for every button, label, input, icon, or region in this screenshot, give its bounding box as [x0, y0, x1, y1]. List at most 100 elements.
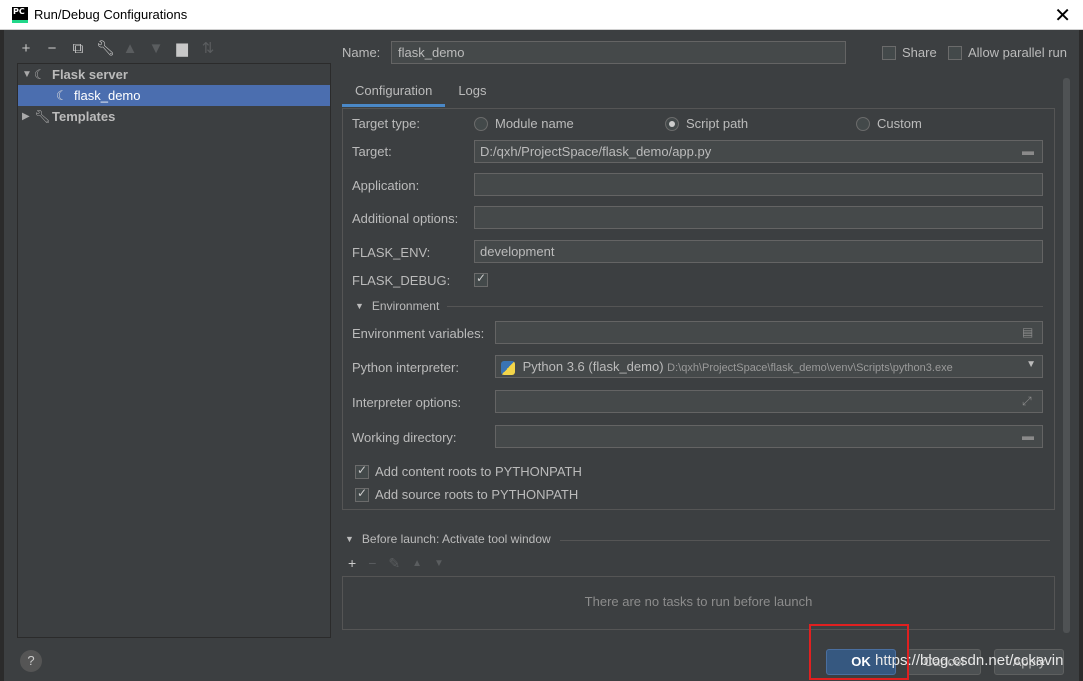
- allow-parallel-checkbox[interactable]: Allow parallel run: [948, 45, 1067, 60]
- help-button[interactable]: ?: [20, 650, 42, 672]
- wrench-icon: 🔧︎: [34, 108, 51, 124]
- tab-bar: Configuration Logs: [342, 79, 500, 107]
- interpreter-dropdown[interactable]: Python 3.6 (flask_demo) D:\qxh\ProjectSp…: [495, 355, 1043, 378]
- additional-options-label: Additional options:: [352, 211, 459, 226]
- content-roots-label: Add content roots to PYTHONPATH: [375, 464, 582, 479]
- expand-right-icon[interactable]: ▶: [22, 111, 34, 122]
- environment-section-header[interactable]: ▼ Environment: [355, 299, 439, 313]
- interpreter-name: Python 3.6 (flask_demo): [522, 359, 664, 374]
- tab-configuration[interactable]: Configuration: [342, 79, 446, 107]
- before-launch-label: Before launch: Activate tool window: [361, 532, 551, 546]
- add-icon[interactable]: +: [18, 40, 34, 58]
- radio-script-path[interactable]: Script path: [665, 116, 748, 131]
- sort-icon[interactable]: ⇅: [200, 40, 216, 58]
- window-frame-right: [1079, 30, 1083, 681]
- source-roots-check[interactable]: [355, 486, 369, 502]
- name-input[interactable]: flask_demo: [391, 41, 846, 64]
- collapse-icon[interactable]: ▼: [355, 301, 364, 311]
- vertical-scrollbar[interactable]: [1063, 78, 1070, 633]
- copy-icon[interactable]: ⧉: [70, 40, 86, 58]
- tree-item-label: flask_demo: [74, 88, 141, 103]
- move-down-icon[interactable]: ▼: [148, 40, 164, 58]
- edit-icon[interactable]: ✎: [388, 555, 400, 573]
- environment-label: Environment: [371, 299, 440, 313]
- chevron-down-icon[interactable]: ▼: [1026, 359, 1036, 370]
- move-down-icon[interactable]: ▼: [434, 555, 444, 573]
- parallel-check[interactable]: [948, 45, 962, 60]
- env-vars-label: Environment variables:: [352, 326, 485, 341]
- wrench-icon[interactable]: 🔧︎: [96, 40, 115, 58]
- new-folder-icon[interactable]: ▆: [174, 40, 190, 58]
- tree-group-label: Flask server: [52, 67, 128, 82]
- additional-options-field[interactable]: [474, 206, 1043, 229]
- radio-button[interactable]: [856, 116, 870, 131]
- share-label: Share: [902, 45, 937, 60]
- interpreter-path: D:\qxh\ProjectSpace\flask_demo\venv\Scri…: [667, 362, 953, 374]
- remove-icon[interactable]: −: [44, 40, 60, 58]
- application-label: Application:: [352, 178, 420, 193]
- remove-icon[interactable]: −: [368, 555, 376, 573]
- config-tree: ▼ ☾ Flask server ☾ flask_demo ▶ 🔧︎ Templ…: [17, 63, 331, 638]
- window-frame-left: [0, 30, 4, 681]
- flask-icon: ☾: [34, 66, 46, 82]
- close-icon[interactable]: ✕: [1054, 3, 1071, 28]
- target-label: Target:: [352, 144, 392, 159]
- move-up-icon[interactable]: ▲: [122, 40, 138, 58]
- collapse-icon[interactable]: ▼: [345, 534, 354, 544]
- target-field[interactable]: D:/qxh/ProjectSpace/flask_demo/app.py ▬: [474, 140, 1043, 163]
- source-roots-label: Add source roots to PYTHONPATH: [375, 487, 579, 502]
- content-roots-check[interactable]: [355, 463, 369, 479]
- radio-button[interactable]: [665, 116, 679, 131]
- config-toolbar: + − ⧉ 🔧︎ ▲ ▼ ▆ ⇅: [18, 38, 216, 60]
- content-roots-checkbox[interactable]: Add content roots to PYTHONPATH: [355, 463, 582, 479]
- tree-group-flask-server[interactable]: ▼ ☾ Flask server: [18, 64, 330, 85]
- radio-label: Custom: [877, 116, 922, 131]
- radio-label: Script path: [686, 116, 749, 131]
- tree-group-templates[interactable]: ▶ 🔧︎ Templates: [18, 106, 330, 127]
- flask-debug-checkbox[interactable]: [474, 271, 488, 287]
- share-check[interactable]: [882, 45, 896, 60]
- interp-options-label: Interpreter options:: [352, 395, 462, 410]
- tree-item-flask-demo[interactable]: ☾ flask_demo: [18, 85, 330, 106]
- env-vars-field[interactable]: ▤: [495, 321, 1043, 344]
- flask-icon: ☾: [56, 87, 68, 103]
- folder-icon[interactable]: ▬: [1022, 144, 1038, 158]
- move-up-icon[interactable]: ▲: [412, 555, 422, 573]
- application-field[interactable]: [474, 173, 1043, 196]
- section-divider: [560, 540, 1050, 541]
- configuration-panel: Target type: Module name Script path Cus…: [342, 108, 1055, 510]
- folder-icon[interactable]: ▬: [1022, 429, 1038, 443]
- share-checkbox[interactable]: Share: [882, 45, 937, 60]
- interp-options-field[interactable]: ⤢: [495, 390, 1043, 413]
- target-value: D:/qxh/ProjectSpace/flask_demo/app.py: [480, 144, 712, 159]
- add-icon[interactable]: +: [348, 555, 356, 573]
- empty-tasks-text: There are no tasks to run before launch: [584, 594, 813, 609]
- before-launch-task-list: There are no tasks to run before launch: [342, 576, 1055, 630]
- working-dir-label: Working directory:: [352, 430, 457, 445]
- target-type-label: Target type:: [352, 116, 420, 131]
- radio-custom[interactable]: Custom: [856, 116, 922, 131]
- tab-logs[interactable]: Logs: [445, 79, 499, 107]
- flask-env-label: FLASK_ENV:: [352, 245, 431, 260]
- parallel-label: Allow parallel run: [968, 45, 1067, 60]
- edit-list-icon[interactable]: ▤: [1022, 325, 1038, 339]
- radio-label: Module name: [495, 116, 574, 131]
- working-dir-field[interactable]: ▬: [495, 425, 1043, 448]
- expand-icon[interactable]: ⤢: [1022, 394, 1038, 408]
- before-launch-header[interactable]: ▼ Before launch: Activate tool window: [345, 532, 551, 546]
- flask-env-field[interactable]: development: [474, 240, 1043, 263]
- radio-module-name[interactable]: Module name: [474, 116, 574, 131]
- watermark-text: https://blog.csdn.net/cckavin: [875, 652, 1064, 669]
- window-title: Run/Debug Configurations: [34, 7, 188, 22]
- expand-down-icon[interactable]: ▼: [22, 69, 34, 80]
- name-label: Name:: [342, 45, 381, 60]
- tree-templates-label: Templates: [52, 109, 116, 124]
- flask-debug-label: FLASK_DEBUG:: [352, 273, 451, 288]
- before-launch-toolbar: + − ✎ ▲ ▼: [348, 555, 444, 573]
- interpreter-label: Python interpreter:: [352, 360, 459, 375]
- pycharm-logo-icon: PC: [12, 7, 28, 23]
- title-bar: PC Run/Debug Configurations ✕: [0, 0, 1083, 30]
- radio-button[interactable]: [474, 116, 488, 131]
- source-roots-checkbox[interactable]: Add source roots to PYTHONPATH: [355, 486, 579, 502]
- section-divider: [447, 306, 1043, 307]
